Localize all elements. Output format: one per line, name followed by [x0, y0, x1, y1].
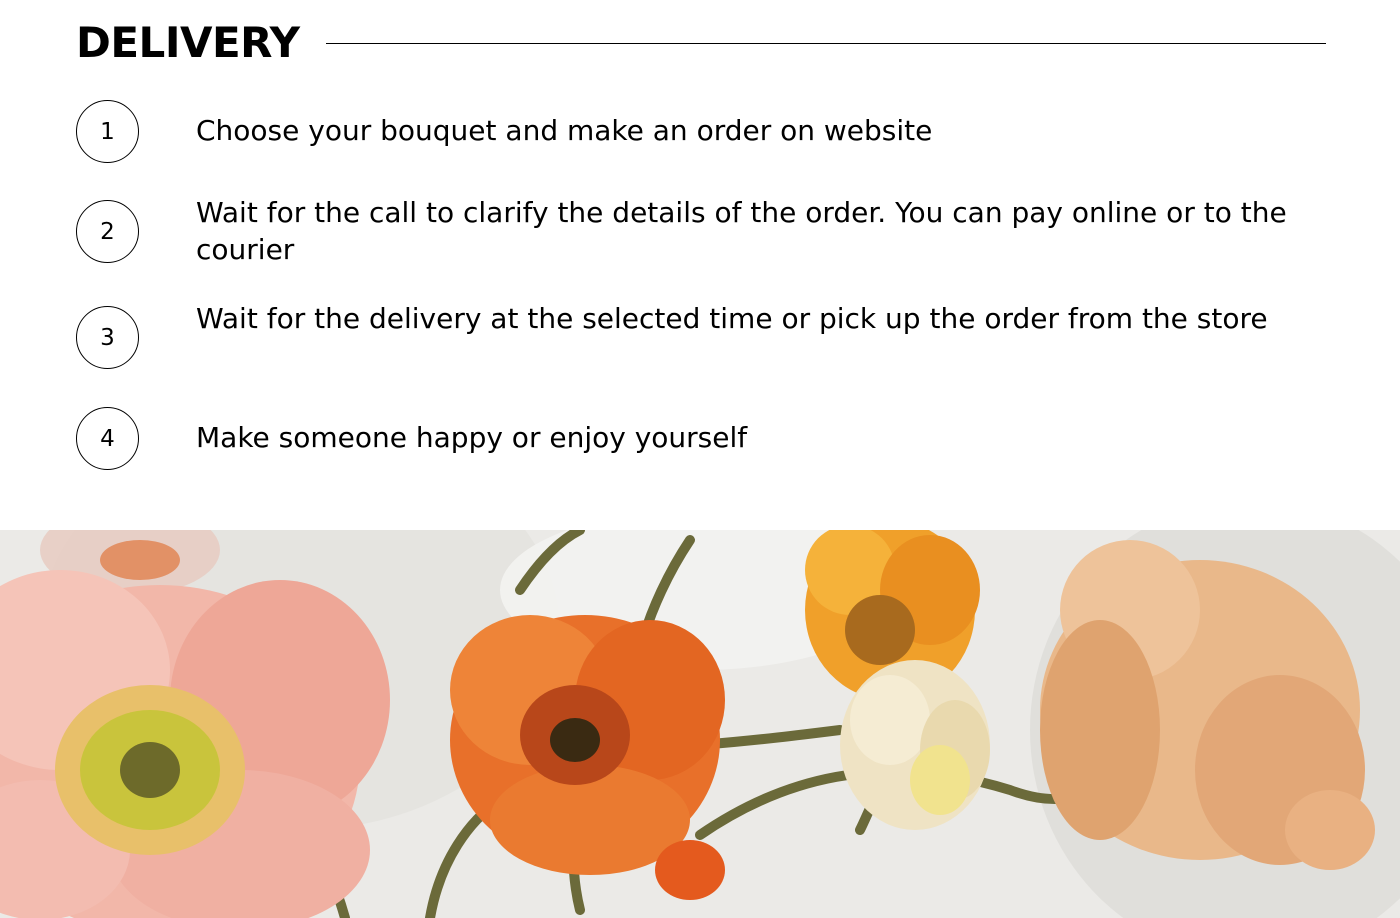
delivery-step: 3 Wait for the delivery at the selected …: [76, 300, 1326, 375]
step-text: Choose your bouquet and make an order on…: [196, 114, 933, 147]
delivery-step: 1 Choose your bouquet and make an order …: [76, 100, 1326, 163]
section-header: DELIVERY: [76, 18, 1326, 68]
page: DELIVERY 1 Choose your bouquet and make …: [0, 0, 1400, 918]
step-number-badge: 2: [76, 200, 139, 263]
title-divider-line: [325, 42, 1326, 44]
step-number-badge: 4: [76, 407, 139, 470]
delivery-step: 2 Wait for the call to clarify the detai…: [76, 194, 1326, 269]
step-text: Wait for the call to clarify the details…: [196, 196, 1287, 266]
step-number-badge: 3: [76, 306, 139, 369]
poppy-flowers-illustration: [0, 530, 1400, 918]
poppy-flowers-photo: [0, 530, 1400, 918]
step-text: Make someone happy or enjoy yourself: [196, 421, 748, 454]
step-number-badge: 1: [76, 100, 139, 163]
cream-bud: [840, 660, 990, 830]
delivery-section: DELIVERY 1 Choose your bouquet and make …: [0, 0, 1400, 530]
delivery-step: 4 Make someone happy or enjoy yourself: [76, 407, 1326, 470]
step-text: Wait for the delivery at the selected ti…: [196, 302, 1268, 335]
section-title: DELIVERY: [76, 18, 300, 67]
pink-poppy: [0, 570, 390, 918]
